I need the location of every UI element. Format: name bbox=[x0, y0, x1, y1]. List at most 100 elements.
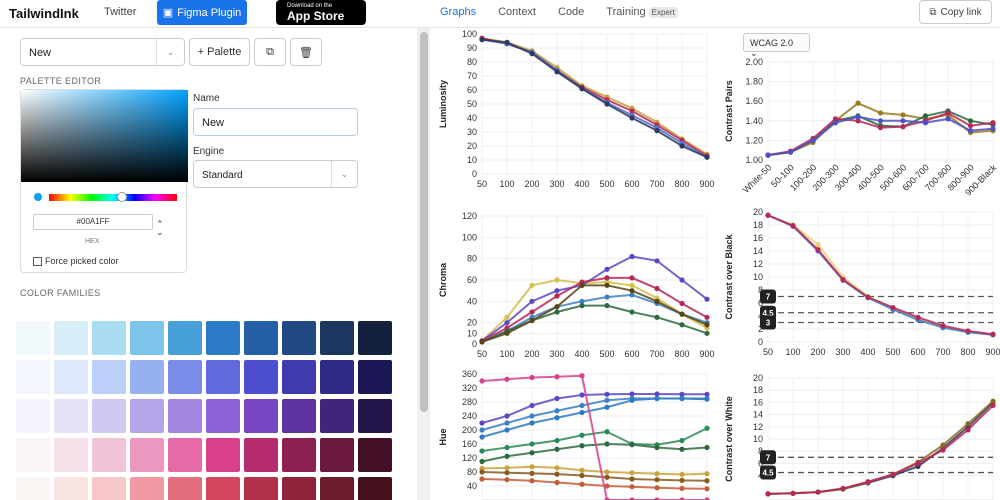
duplicate-button[interactable]: ⧉ bbox=[254, 38, 286, 66]
tab-context[interactable]: Context bbox=[498, 6, 536, 18]
color-swatch[interactable] bbox=[244, 321, 278, 355]
copy-link-button[interactable]: ⧉ Copy link bbox=[919, 0, 992, 24]
color-swatch[interactable] bbox=[358, 477, 392, 500]
color-swatch[interactable] bbox=[244, 438, 278, 472]
color-swatch[interactable] bbox=[54, 438, 88, 472]
tab-training[interactable]: Training Expert bbox=[606, 6, 678, 18]
color-swatch[interactable] bbox=[320, 477, 354, 500]
color-swatch[interactable] bbox=[358, 360, 392, 394]
color-swatch[interactable] bbox=[168, 360, 202, 394]
left-scrollbar[interactable] bbox=[418, 28, 430, 500]
color-swatch[interactable] bbox=[16, 399, 50, 433]
y-axis-label: Hue bbox=[438, 428, 448, 445]
color-swatch[interactable] bbox=[130, 477, 164, 500]
data-point bbox=[704, 471, 710, 477]
data-point bbox=[604, 404, 610, 410]
data-point bbox=[855, 100, 861, 106]
color-swatch[interactable] bbox=[358, 321, 392, 355]
tab-graphs[interactable]: Graphs bbox=[440, 6, 476, 18]
color-swatch[interactable] bbox=[168, 399, 202, 433]
color-swatch[interactable] bbox=[92, 399, 126, 433]
data-point bbox=[877, 118, 884, 124]
color-swatch[interactable] bbox=[282, 360, 316, 394]
data-point bbox=[840, 277, 846, 283]
name-input[interactable]: New bbox=[193, 108, 358, 136]
color-swatch[interactable] bbox=[168, 477, 202, 500]
y-tick-label: 50 bbox=[467, 99, 477, 109]
color-swatch[interactable] bbox=[92, 321, 126, 355]
force-picked-color[interactable]: Force picked color bbox=[33, 256, 119, 266]
color-swatch[interactable] bbox=[282, 477, 316, 500]
data-point bbox=[654, 444, 660, 451]
color-swatch[interactable] bbox=[54, 477, 88, 500]
data-point bbox=[529, 450, 535, 456]
color-swatch[interactable] bbox=[130, 438, 164, 472]
color-swatch[interactable] bbox=[206, 477, 240, 500]
x-tick-label: 300 bbox=[835, 347, 850, 357]
color-swatch[interactable] bbox=[358, 399, 392, 433]
color-swatch[interactable] bbox=[54, 360, 88, 394]
brand-logo[interactable]: TailwindInk bbox=[9, 6, 79, 21]
color-swatch[interactable] bbox=[130, 321, 164, 355]
color-swatch[interactable] bbox=[54, 321, 88, 355]
saturation-value-area[interactable] bbox=[21, 90, 188, 182]
engine-label: Engine bbox=[193, 146, 225, 157]
hex-input[interactable]: #00A1FF bbox=[33, 214, 153, 230]
force-checkbox[interactable] bbox=[33, 256, 42, 266]
hue-slider[interactable] bbox=[49, 194, 177, 201]
color-swatch[interactable] bbox=[16, 438, 50, 472]
color-swatch[interactable] bbox=[16, 477, 50, 500]
color-swatch[interactable] bbox=[206, 399, 240, 433]
color-swatch[interactable] bbox=[130, 360, 164, 394]
engine-select[interactable]: Standard ⌄ bbox=[193, 160, 358, 188]
data-point bbox=[504, 314, 510, 320]
color-swatch[interactable] bbox=[206, 438, 240, 472]
figma-plugin-button[interactable]: ▣ Figma Plugin bbox=[157, 0, 247, 25]
x-tick-label: 600 bbox=[624, 179, 639, 189]
data-point bbox=[529, 441, 535, 447]
color-swatch[interactable] bbox=[92, 360, 126, 394]
tab-code[interactable]: Code bbox=[558, 6, 584, 18]
data-point bbox=[479, 37, 485, 43]
color-swatch[interactable] bbox=[282, 399, 316, 433]
data-point bbox=[529, 317, 535, 324]
color-swatch[interactable] bbox=[16, 321, 50, 355]
color-swatch[interactable] bbox=[282, 321, 316, 355]
format-toggle-icon[interactable]: ⌃ ⌄ bbox=[156, 220, 164, 237]
data-point bbox=[654, 258, 660, 264]
color-swatch[interactable] bbox=[206, 360, 240, 394]
color-swatch[interactable] bbox=[282, 438, 316, 472]
color-swatch[interactable] bbox=[206, 321, 240, 355]
color-swatch[interactable] bbox=[320, 438, 354, 472]
color-swatch[interactable] bbox=[168, 438, 202, 472]
color-swatch[interactable] bbox=[130, 399, 164, 433]
data-point bbox=[529, 470, 535, 476]
color-swatch[interactable] bbox=[244, 399, 278, 433]
color-swatch[interactable] bbox=[92, 477, 126, 500]
color-swatch[interactable] bbox=[92, 438, 126, 472]
y-tick-label: 20 bbox=[753, 373, 763, 383]
color-swatch[interactable] bbox=[244, 360, 278, 394]
color-swatch[interactable] bbox=[54, 399, 88, 433]
hue-slider-handle[interactable] bbox=[117, 192, 127, 202]
color-swatch[interactable] bbox=[358, 438, 392, 472]
data-point bbox=[554, 304, 560, 310]
x-tick-label: 200 bbox=[524, 179, 539, 189]
y-tick-label: 14 bbox=[753, 410, 763, 420]
x-tick-label: 900 bbox=[699, 349, 714, 359]
twitter-link[interactable]: Twitter bbox=[104, 6, 136, 18]
color-swatch[interactable] bbox=[320, 321, 354, 355]
data-point bbox=[679, 395, 685, 402]
color-swatch[interactable] bbox=[244, 477, 278, 500]
app-store-badge[interactable]: Download on the App Store bbox=[276, 0, 366, 25]
color-swatch[interactable] bbox=[16, 360, 50, 394]
color-swatch[interactable] bbox=[320, 360, 354, 394]
data-point bbox=[790, 223, 796, 229]
scrollbar-thumb[interactable] bbox=[420, 32, 428, 412]
palette-select[interactable]: New ⌄ bbox=[20, 38, 185, 66]
add-palette-button[interactable]: + Palette bbox=[189, 38, 250, 66]
delete-button[interactable]: 🗑 bbox=[290, 38, 322, 66]
color-swatch[interactable] bbox=[168, 321, 202, 355]
color-swatch[interactable] bbox=[320, 399, 354, 433]
x-tick-label: 500 bbox=[599, 349, 614, 359]
